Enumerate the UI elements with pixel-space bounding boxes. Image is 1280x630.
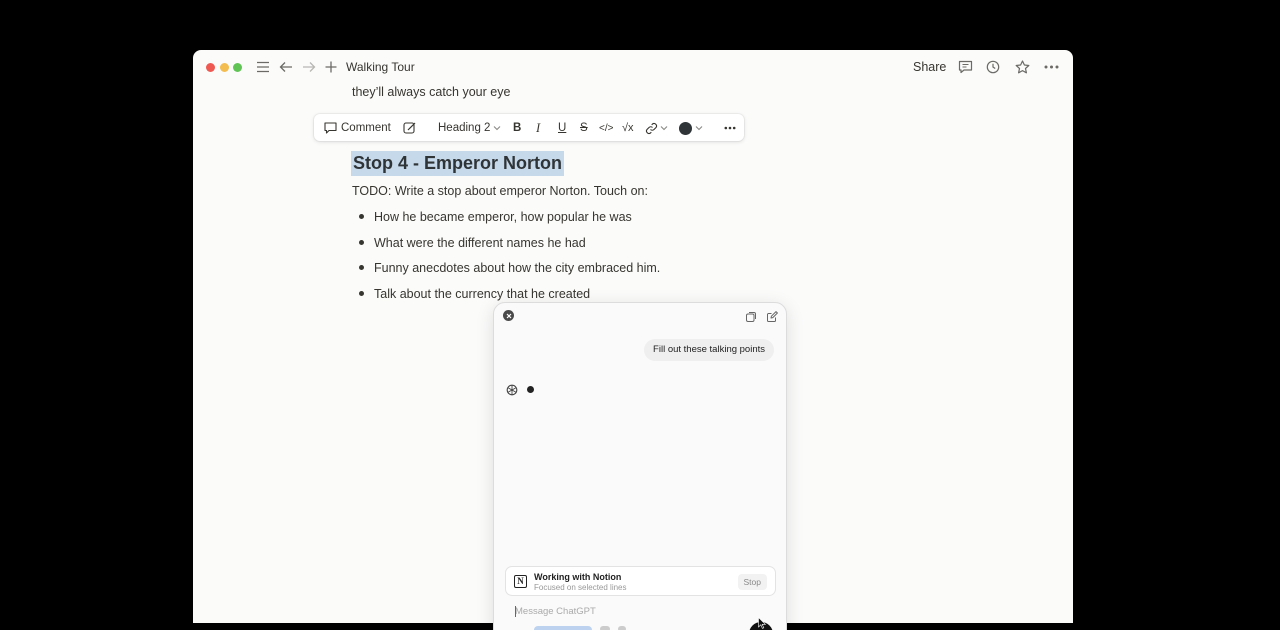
- link-icon: [645, 122, 658, 134]
- chatgpt-companion-window: Fill out these talking points N Working …: [493, 302, 787, 630]
- chevron-down-icon: [494, 126, 501, 131]
- todo-paragraph[interactable]: TODO: Write a stop about emperor Norton.…: [352, 184, 648, 198]
- bullet-dot: [359, 290, 364, 296]
- message-composer: [494, 598, 786, 630]
- list-item-text: How he became emperor, how popular he wa…: [374, 210, 632, 224]
- close-icon: [506, 313, 511, 318]
- open-in-window-icon[interactable]: [745, 310, 757, 322]
- underline-button[interactable]: U: [558, 120, 566, 136]
- comment-button[interactable]: Comment: [324, 120, 391, 136]
- list-item-text: What were the different names he had: [374, 235, 586, 250]
- bullet-dot: [359, 239, 364, 245]
- working-subtitle: Focused on selected lines: [534, 583, 627, 592]
- list-item[interactable]: What were the different names he had: [352, 235, 660, 261]
- code-button[interactable]: </>: [599, 120, 613, 136]
- link-button[interactable]: [645, 120, 668, 136]
- list-item[interactable]: Funny anecdotes about how the city embra…: [352, 260, 660, 286]
- bullet-dot: [359, 265, 364, 270]
- mouse-cursor-icon: [758, 617, 766, 629]
- italic-button[interactable]: I: [536, 120, 540, 136]
- tool-icon[interactable]: [600, 626, 610, 630]
- chevron-down-icon: [695, 126, 703, 131]
- selected-heading[interactable]: Stop 4 - Emperor Norton: [351, 151, 565, 176]
- list-item[interactable]: How he became emperor, how popular he wa…: [352, 209, 660, 235]
- message-input[interactable]: [515, 604, 735, 618]
- comment-icon: [324, 122, 337, 134]
- tool-icon[interactable]: [618, 626, 626, 630]
- bullet-list: How he became emperor, how popular he wa…: [352, 209, 660, 311]
- block-type-label: Heading 2: [438, 122, 491, 134]
- equation-button[interactable]: √x: [622, 120, 634, 136]
- bold-button[interactable]: B: [513, 120, 521, 136]
- working-title: Working with Notion: [534, 572, 622, 582]
- working-with-app-card: N Working with Notion Focused on selecte…: [505, 566, 776, 596]
- formatting-toolbar: Comment Heading 2 B I U S </> √x: [314, 114, 744, 141]
- text-caret: [515, 606, 516, 617]
- list-item-text: Talk about the currency that he created: [374, 286, 591, 301]
- bullet-dot: [359, 214, 364, 219]
- new-chat-compose-icon[interactable]: [766, 310, 778, 322]
- close-chat-button[interactable]: [503, 310, 514, 321]
- comment-label: Comment: [341, 122, 391, 134]
- list-item-text: Funny anecdotes about how the city embra…: [374, 261, 661, 275]
- more-format-options-icon[interactable]: [724, 120, 736, 136]
- text-color-dropdown[interactable]: [679, 120, 703, 136]
- typing-indicator: [527, 386, 534, 393]
- chatgpt-logo-icon: [506, 383, 518, 396]
- notion-icon: N: [514, 575, 527, 588]
- strikethrough-button[interactable]: S: [580, 120, 588, 136]
- paragraph-text[interactable]: they’ll always catch your eye: [352, 85, 510, 99]
- block-type-dropdown[interactable]: Heading 2: [438, 120, 501, 136]
- chevron-down-icon: [660, 126, 668, 131]
- text-color-swatch: [679, 121, 692, 135]
- attachment-chip[interactable]: [534, 626, 592, 630]
- ai-edit-icon[interactable]: [403, 120, 417, 136]
- stop-button[interactable]: Stop: [737, 574, 767, 590]
- user-message-bubble: Fill out these talking points: [644, 339, 774, 361]
